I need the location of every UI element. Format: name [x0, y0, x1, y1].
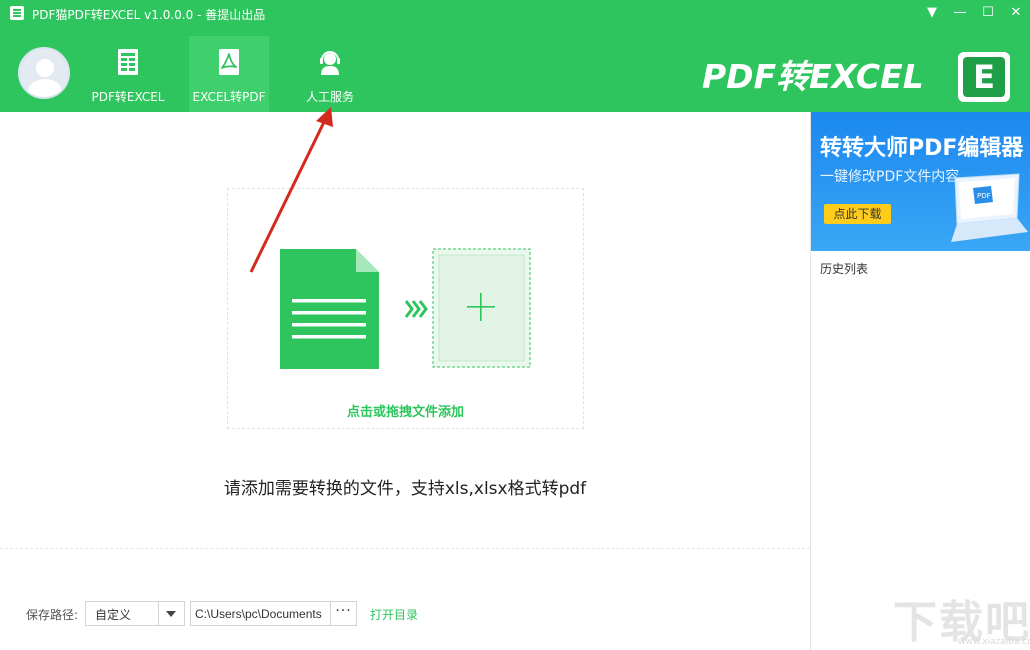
ad-banner[interactable]: 转转大师PDF编辑器 一键修改PDF文件内容 点此下载 PDF: [811, 112, 1030, 251]
header: PDF猫PDF转EXCEL v1.0.0.0 - 善提山出品 ▼ — ☐ ✕ P…: [0, 0, 1030, 112]
brand-title: PDF转EXCEL: [702, 57, 924, 96]
maximize-button[interactable]: ☐: [974, 2, 1002, 24]
customer-service-icon: [320, 51, 340, 75]
sidebar: 转转大师PDF编辑器 一键修改PDF文件内容 点此下载 PDF 历史列表: [810, 112, 1030, 650]
open-directory-link[interactable]: 打开目录: [370, 606, 418, 623]
drop-zone-label: 点击或拖拽文件添加: [346, 405, 464, 420]
brand-logo: E: [958, 52, 1010, 102]
save-path-field[interactable]: ···: [190, 601, 357, 626]
watermark-url: www.xiazaiba.com: [958, 637, 1030, 647]
save-path-input[interactable]: [191, 602, 330, 625]
ad-title: 转转大师PDF编辑器: [820, 136, 1024, 161]
avatar[interactable]: [18, 47, 70, 99]
avatar-body: [28, 79, 62, 97]
save-mode-value: 自定义: [95, 608, 132, 622]
main-panel: 点击或拖拽文件添加 请添加需要转换的文件，支持xls,xlsx格式转pdf 保存…: [0, 112, 810, 650]
tab-excel-to-pdf-label: EXCEL转PDF: [192, 90, 266, 104]
window-title: PDF猫PDF转EXCEL v1.0.0.0 - 善提山出品: [32, 8, 266, 22]
menu-dropdown-button[interactable]: ▼: [918, 2, 946, 24]
divider: [0, 548, 810, 549]
brand-logo-letter: E: [963, 57, 1005, 97]
tab-excel-to-pdf[interactable]: EXCEL转PDF: [189, 36, 269, 112]
laptop-icon: PDF: [951, 173, 1028, 242]
app-icon: [10, 6, 24, 20]
hint-text: 请添加需要转换的文件，支持xls,xlsx格式转pdf: [223, 479, 587, 499]
title-bar: PDF猫PDF转EXCEL v1.0.0.0 - 善提山出品 ▼ — ☐ ✕: [0, 0, 1030, 28]
pdf-icon: [219, 49, 239, 75]
laptop-pdf-label: PDF: [977, 192, 991, 200]
tab-pdf-to-excel[interactable]: PDF转EXCEL: [90, 36, 166, 112]
ad-download-button[interactable]: 点此下载: [824, 204, 891, 224]
select-separator: [158, 602, 159, 625]
tab-customer-service[interactable]: 人工服务: [292, 36, 368, 112]
chevrons-icon: [404, 300, 414, 318]
browse-button[interactable]: ···: [330, 602, 356, 625]
save-path-label: 保存路径:: [26, 608, 79, 622]
close-button[interactable]: ✕: [1002, 2, 1030, 24]
tab-pdf-to-excel-label: PDF转EXCEL: [91, 90, 165, 104]
avatar-head: [36, 59, 54, 77]
spreadsheet-icon: [118, 49, 138, 75]
tab-customer-service-label: 人工服务: [305, 90, 354, 104]
chevron-down-icon: [166, 611, 176, 617]
file-drop-zone[interactable]: 点击或拖拽文件添加: [227, 188, 584, 429]
file-add-illustration: [280, 248, 531, 369]
history-list-title: 历史列表: [820, 262, 869, 276]
minimize-button[interactable]: —: [946, 2, 974, 24]
save-mode-select[interactable]: 自定义: [85, 601, 185, 626]
